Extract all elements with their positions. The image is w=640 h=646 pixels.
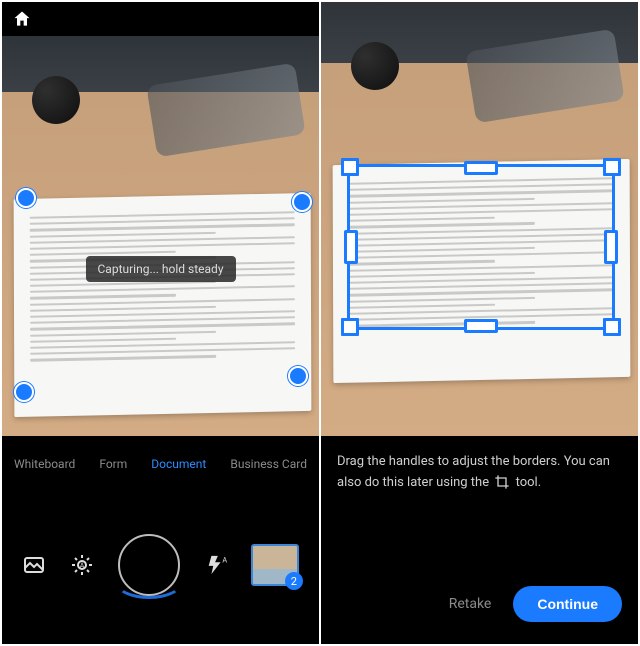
capture-screen: Capturing... hold steady Whiteboard Form… (2, 2, 319, 644)
crop-handle-top[interactable] (464, 161, 498, 175)
object-phone (465, 29, 624, 124)
object-phone (146, 63, 305, 158)
svg-text:A: A (80, 562, 85, 570)
action-row: Retake Continue (449, 586, 622, 622)
crop-handle-bottom[interactable] (464, 319, 498, 333)
camera-preview: Capturing... hold steady (2, 36, 319, 436)
crop-handle-tl[interactable] (341, 158, 359, 176)
capture-toast: Capturing... hold steady (85, 256, 235, 282)
topbar (2, 2, 319, 36)
thumbnail-count-badge: 2 (285, 572, 303, 590)
home-icon[interactable] (12, 9, 32, 29)
corner-handle-br[interactable] (288, 366, 308, 386)
corner-handle-bl[interactable] (14, 382, 34, 402)
mode-business-card[interactable]: Business Card (230, 457, 307, 471)
crop-frame[interactable] (347, 164, 615, 330)
object-keychain (32, 76, 80, 124)
capture-controls: A A 2 (2, 486, 319, 644)
auto-capture-icon[interactable]: A (70, 553, 94, 577)
corner-handle-tr[interactable] (292, 192, 312, 212)
recent-scan-thumbnail[interactable]: 2 (251, 544, 299, 586)
instruction-text: Drag the handles to adjust the borders. … (337, 452, 622, 494)
capture-mode-row: Whiteboard Form Document Business Card (2, 450, 319, 478)
crop-handle-tr[interactable] (603, 158, 621, 176)
adjust-borders-screen: Drag the handles to adjust the borders. … (321, 2, 638, 644)
crop-handle-left[interactable] (344, 230, 358, 264)
gallery-icon[interactable] (22, 553, 46, 577)
mode-whiteboard[interactable]: Whiteboard (14, 457, 75, 471)
retake-button[interactable]: Retake (449, 596, 492, 612)
flash-auto-icon[interactable]: A (205, 554, 227, 576)
mode-document[interactable]: Document (151, 457, 206, 471)
continue-button[interactable]: Continue (513, 586, 622, 622)
crop-handle-bl[interactable] (341, 318, 359, 336)
svg-text:A: A (222, 555, 227, 564)
mode-form[interactable]: Form (99, 457, 127, 471)
crop-preview (321, 2, 638, 436)
instruction-text-post: tool. (516, 475, 542, 490)
crop-handle-right[interactable] (604, 230, 618, 264)
document-paper (14, 193, 312, 417)
corner-handle-tl[interactable] (16, 188, 36, 208)
instruction-text-pre: Drag the handles to adjust the borders. … (337, 454, 610, 490)
crop-icon (494, 474, 510, 490)
crop-handle-br[interactable] (603, 318, 621, 336)
object-keychain (351, 42, 399, 90)
shutter-button[interactable] (118, 534, 180, 596)
